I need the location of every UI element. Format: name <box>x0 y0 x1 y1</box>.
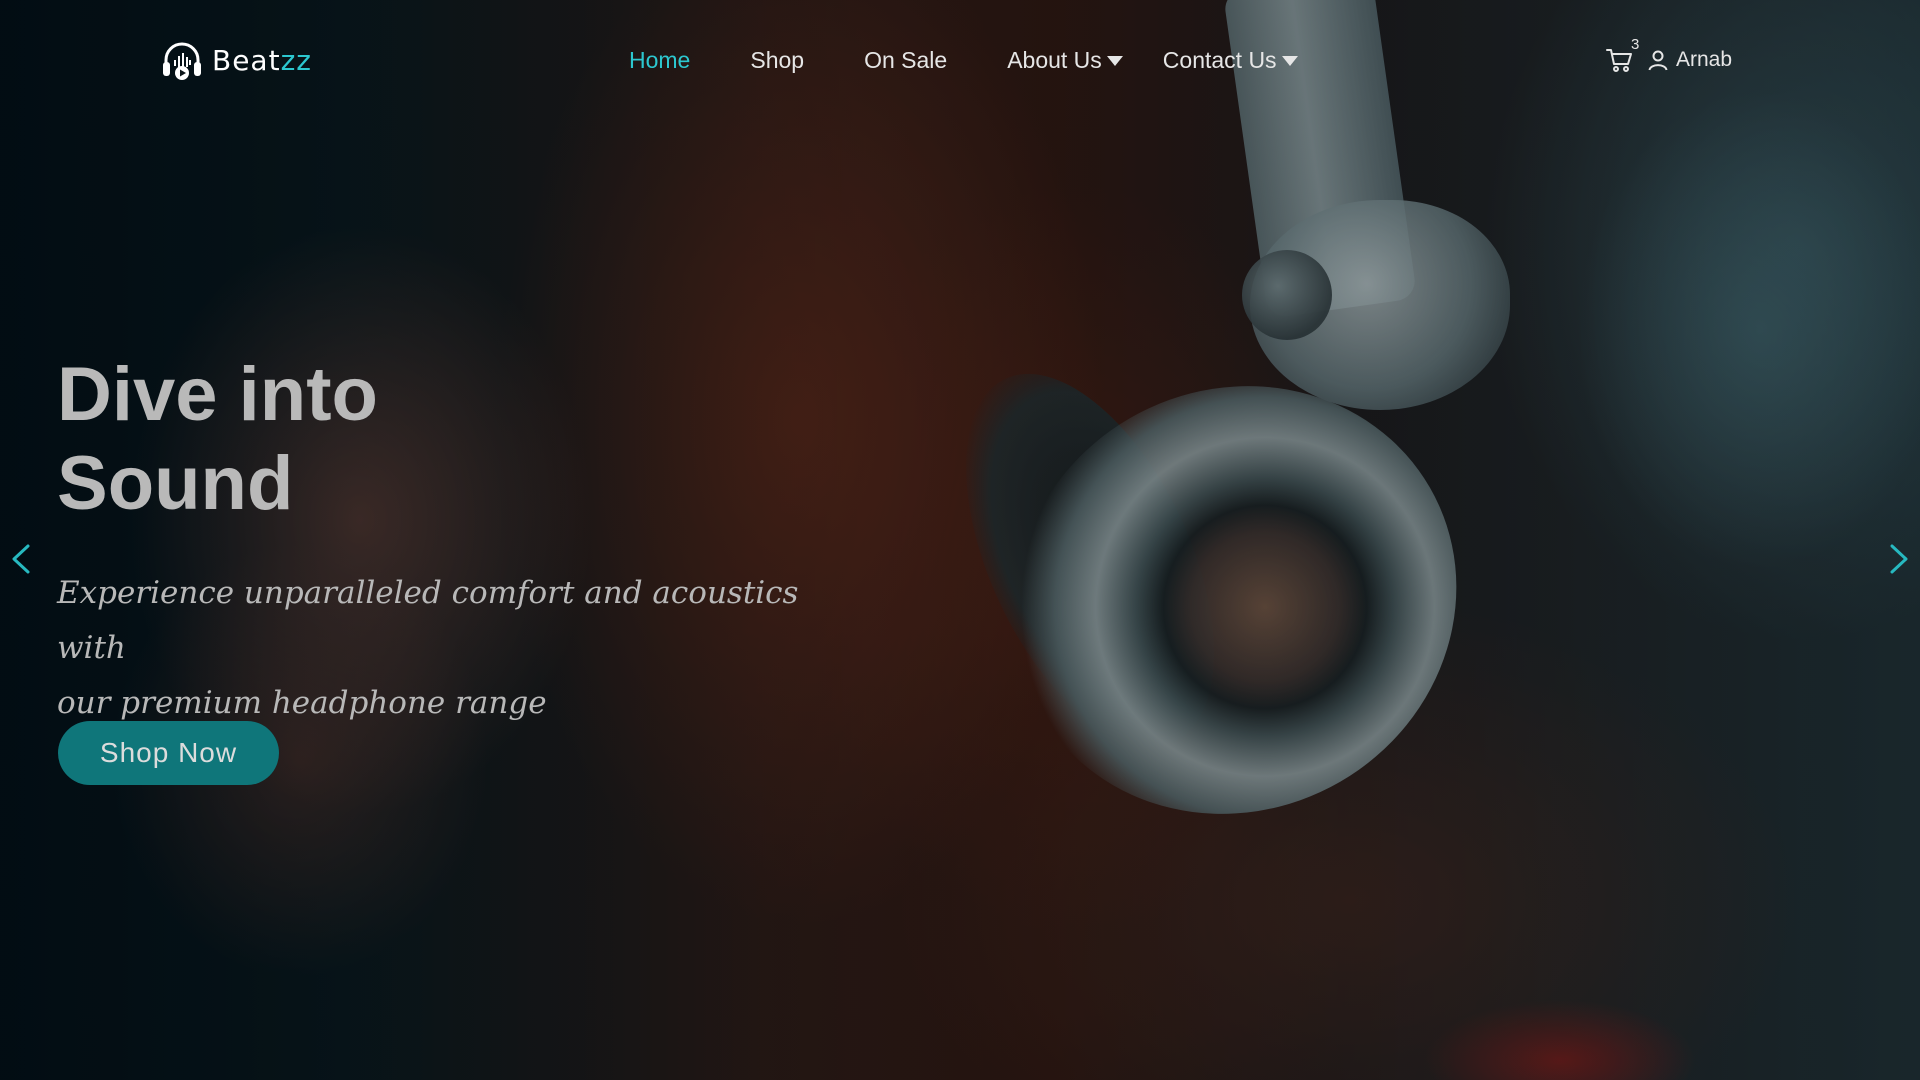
cart-button[interactable]: 3 <box>1604 36 1639 76</box>
chevron-right-icon[interactable] <box>1884 540 1914 578</box>
hero-title: Dive into Sound <box>57 350 657 528</box>
cart-count-badge: 3 <box>1631 36 1640 53</box>
nav-contact-us-label: Contact Us <box>1162 46 1277 73</box>
hero-subtitle-line-1: Experience unparalleled comfort and acou… <box>57 575 799 666</box>
caret-down-icon <box>1281 56 1298 66</box>
header-tools: 3 Arnab <box>1604 36 1732 80</box>
user-account-button[interactable]: Arnab <box>1646 48 1732 72</box>
hero-section: Beatzz Home Shop On Sale About Us Contac… <box>0 0 1920 1080</box>
brand-name-main: Beat <box>212 43 281 77</box>
caret-down-icon <box>1106 56 1123 66</box>
nav-on-sale[interactable]: On Sale <box>864 47 947 74</box>
chevron-left-icon[interactable] <box>6 540 36 578</box>
user-icon <box>1648 50 1668 71</box>
nav-about-us-label: About Us <box>1007 46 1102 73</box>
hero-title-line-1: Dive into <box>57 352 378 437</box>
hero-subtitle: Experience unparalleled comfort and acou… <box>57 566 827 731</box>
nav-contact-us[interactable]: Contact Us <box>1163 47 1298 74</box>
nav-about-us[interactable]: About Us <box>1007 47 1123 74</box>
user-name: Arnab <box>1676 48 1733 71</box>
shop-now-button[interactable]: Shop Now <box>58 721 279 785</box>
top-navbar: Beatzz Home Shop On Sale About Us Contac… <box>0 0 1920 120</box>
hero-title-line-2: Sound <box>57 441 294 526</box>
cart-icon <box>1606 49 1632 72</box>
brand-logo[interactable]: Beatzz <box>160 38 312 82</box>
nav-shop[interactable]: Shop <box>750 47 804 74</box>
hero-overlay <box>0 0 1920 1080</box>
nav-home[interactable]: Home <box>629 47 690 74</box>
brand-name: Beatzz <box>212 44 312 77</box>
brand-name-accent: zz <box>280 43 312 77</box>
hero-subtitle-line-2: our premium headphone range <box>57 685 547 721</box>
headphones-play-icon <box>163 42 201 80</box>
main-menu: Home Shop On Sale About Us Contact Us <box>629 43 1358 77</box>
